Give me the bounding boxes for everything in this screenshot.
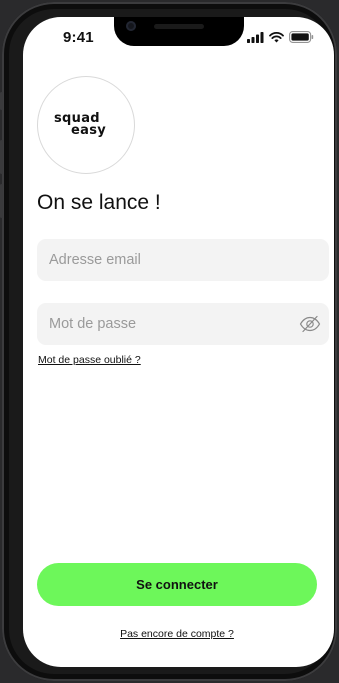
eye-off-icon[interactable] — [299, 315, 321, 333]
device-frame: 9:41 squad easy On se lance ! Adresse em… — [0, 0, 339, 683]
status-icons — [247, 31, 314, 43]
status-time: 9:41 — [63, 29, 94, 46]
email-field[interactable] — [37, 239, 329, 281]
volume-up-button — [0, 140, 3, 174]
app-screen: 9:41 squad easy On se lance ! Adresse em… — [23, 17, 334, 667]
logo-wordmark-line2: easy — [71, 123, 107, 138]
password-field[interactable] — [37, 303, 329, 345]
page-title: On se lance ! — [37, 191, 161, 214]
login-button[interactable]: Se connecter — [37, 563, 317, 606]
signal-bars-icon — [247, 31, 264, 43]
signup-link[interactable]: Pas encore de compte ? — [23, 628, 331, 640]
mute-switch — [0, 92, 3, 110]
battery-icon — [289, 31, 314, 43]
front-camera-icon — [126, 21, 136, 31]
app-logo: squad easy — [37, 76, 135, 174]
wifi-icon — [269, 31, 284, 42]
volume-down-button — [0, 184, 3, 218]
forgot-password-link[interactable]: Mot de passe oublié ? — [38, 354, 141, 366]
speaker-grille — [154, 24, 204, 29]
notch — [114, 17, 244, 46]
